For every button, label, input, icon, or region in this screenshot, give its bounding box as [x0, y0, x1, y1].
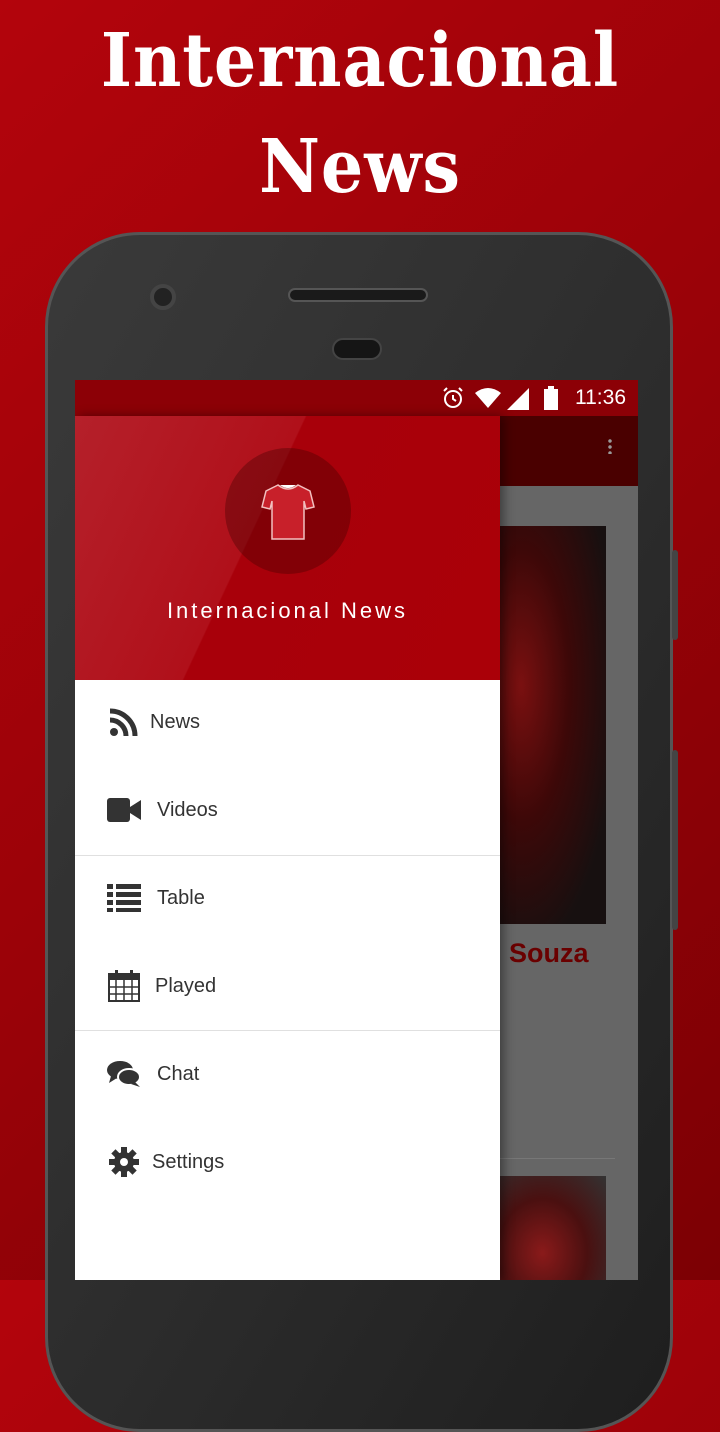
menu-item-label: Videos	[157, 798, 218, 821]
battery-icon	[544, 386, 558, 410]
menu-item-videos[interactable]: Videos	[75, 766, 500, 854]
avatar	[225, 448, 351, 574]
list-icon	[107, 883, 141, 913]
jersey-icon	[261, 484, 315, 540]
phone-screen: 11:36 Souza Internacional News News Vide…	[75, 380, 638, 1280]
signal-icon	[507, 388, 529, 410]
menu-item-label: Chat	[157, 1062, 200, 1085]
promo-title-line1: Internacional	[100, 18, 620, 104]
menu-item-news[interactable]: News	[75, 678, 500, 766]
menu-item-settings[interactable]: Settings	[75, 1118, 500, 1206]
gear-icon	[107, 1147, 141, 1177]
promo-title-line2: News	[259, 124, 461, 210]
menu-item-label: Settings	[152, 1150, 225, 1173]
chat-icon	[107, 1059, 141, 1089]
front-camera	[150, 284, 176, 310]
earpiece-speaker	[288, 288, 428, 302]
divider	[500, 1158, 615, 1159]
drawer-title: Internacional News	[166, 598, 409, 623]
app-bar	[500, 416, 638, 486]
calendar-icon	[107, 970, 141, 1002]
news-headline[interactable]: Souza	[509, 938, 589, 969]
proximity-sensor	[332, 338, 382, 360]
power-button	[672, 750, 678, 930]
menu-item-played[interactable]: Played	[75, 942, 500, 1030]
menu-item-label: Table	[157, 886, 205, 909]
volume-button	[672, 550, 678, 640]
menu-item-label: Played	[155, 974, 217, 997]
video-camera-icon	[107, 795, 141, 825]
status-time: 11:36	[575, 386, 626, 409]
alarm-icon	[443, 387, 463, 408]
drawer-header: Internacional News	[75, 416, 500, 680]
rss-icon	[107, 707, 141, 737]
menu-item-table[interactable]: Table	[75, 854, 500, 942]
wifi-icon	[475, 388, 501, 408]
navigation-drawer: Internacional News News Videos Table Pla…	[75, 416, 500, 1280]
menu-item-chat[interactable]: Chat	[75, 1030, 500, 1118]
news-image[interactable]	[500, 526, 606, 924]
menu-item-label: News	[150, 710, 201, 733]
more-options-icon[interactable]	[608, 438, 612, 454]
status-bar: 11:36	[75, 380, 638, 416]
news-image[interactable]	[500, 1176, 606, 1280]
